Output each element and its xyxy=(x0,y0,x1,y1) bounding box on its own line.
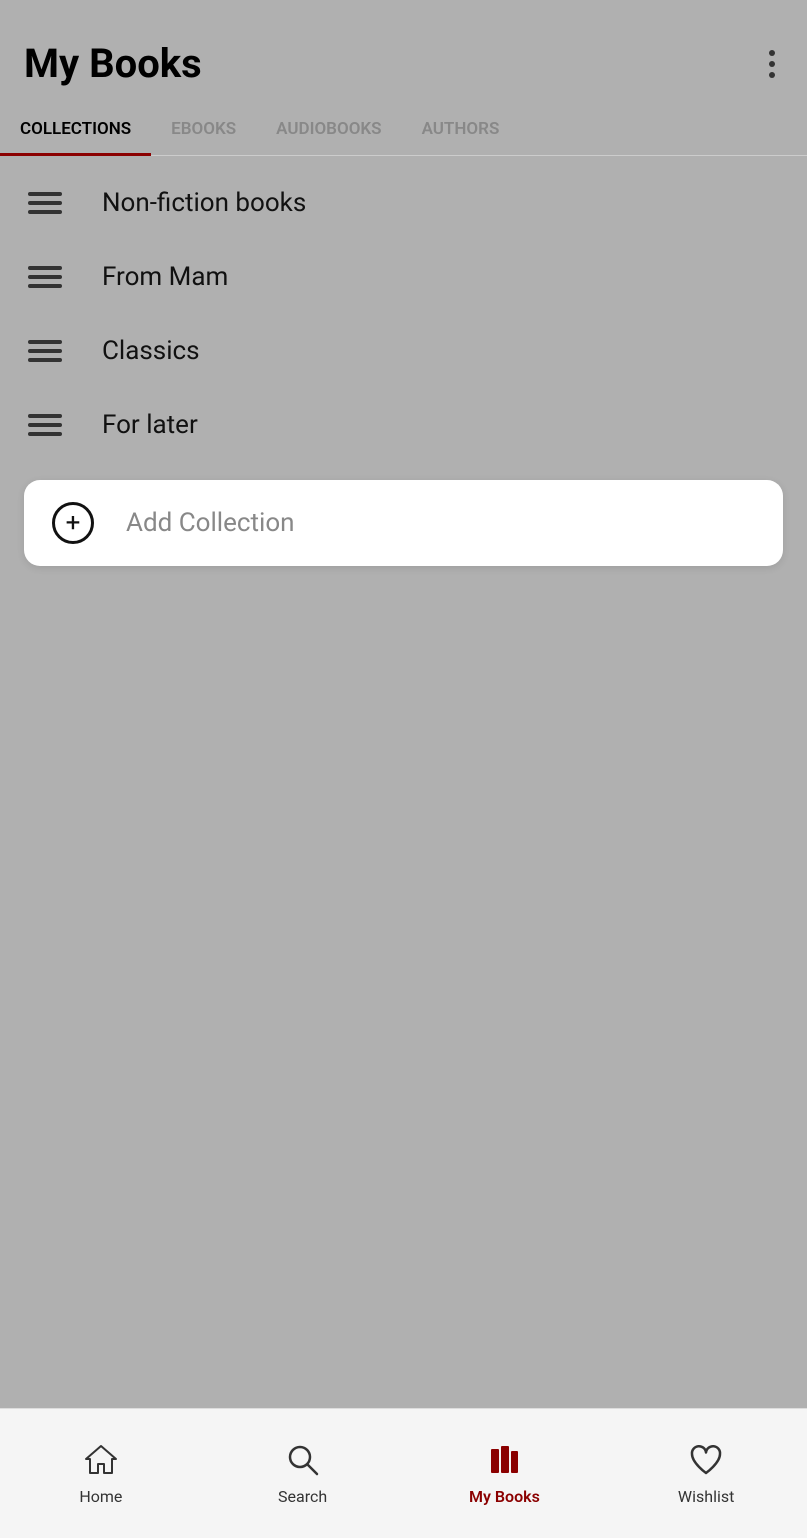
nav-wishlist[interactable]: Wishlist xyxy=(605,1441,807,1506)
collection-name: For later xyxy=(102,410,198,440)
nav-mybooks[interactable]: My Books xyxy=(404,1441,606,1506)
collection-name: From Mam xyxy=(102,262,228,292)
collection-name: Non-fiction books xyxy=(102,188,306,218)
add-collection-button[interactable]: Add Collection xyxy=(24,480,783,566)
bottom-nav: Home Search My Books Wishlist xyxy=(0,1408,807,1538)
drag-handle-icon xyxy=(28,340,62,362)
nav-home-label: Home xyxy=(79,1487,122,1506)
more-options-button[interactable] xyxy=(761,42,783,86)
collection-name: Classics xyxy=(102,336,200,366)
tab-bar: COLLECTIONS EBOOKS AUDIOBOOKS AUTHORS xyxy=(0,103,807,156)
drag-handle-icon xyxy=(28,192,62,214)
wishlist-icon xyxy=(687,1441,725,1479)
nav-mybooks-label: My Books xyxy=(469,1487,540,1506)
list-item[interactable]: Non-fiction books xyxy=(0,166,807,240)
list-item[interactable]: Classics xyxy=(0,314,807,388)
tab-audiobooks[interactable]: AUDIOBOOKS xyxy=(256,103,401,155)
nav-search[interactable]: Search xyxy=(202,1441,404,1506)
search-icon xyxy=(284,1441,322,1479)
nav-wishlist-label: Wishlist xyxy=(678,1487,734,1506)
mybooks-icon xyxy=(485,1441,523,1479)
nav-search-label: Search xyxy=(278,1487,327,1506)
nav-home[interactable]: Home xyxy=(0,1441,202,1506)
tab-authors[interactable]: AUTHORS xyxy=(402,103,520,155)
list-item[interactable]: From Mam xyxy=(0,240,807,314)
collections-list: Non-fiction books From Mam Classics For … xyxy=(0,156,807,472)
list-item[interactable]: For later xyxy=(0,388,807,462)
header: My Books xyxy=(0,0,807,103)
home-icon xyxy=(82,1441,120,1479)
drag-handle-icon xyxy=(28,266,62,288)
tab-ebooks[interactable]: EBOOKS xyxy=(151,103,256,155)
drag-handle-icon xyxy=(28,414,62,436)
add-circle-icon xyxy=(52,502,94,544)
page-title: My Books xyxy=(24,40,202,87)
add-collection-label: Add Collection xyxy=(126,508,295,538)
tab-collections[interactable]: COLLECTIONS xyxy=(0,103,151,155)
